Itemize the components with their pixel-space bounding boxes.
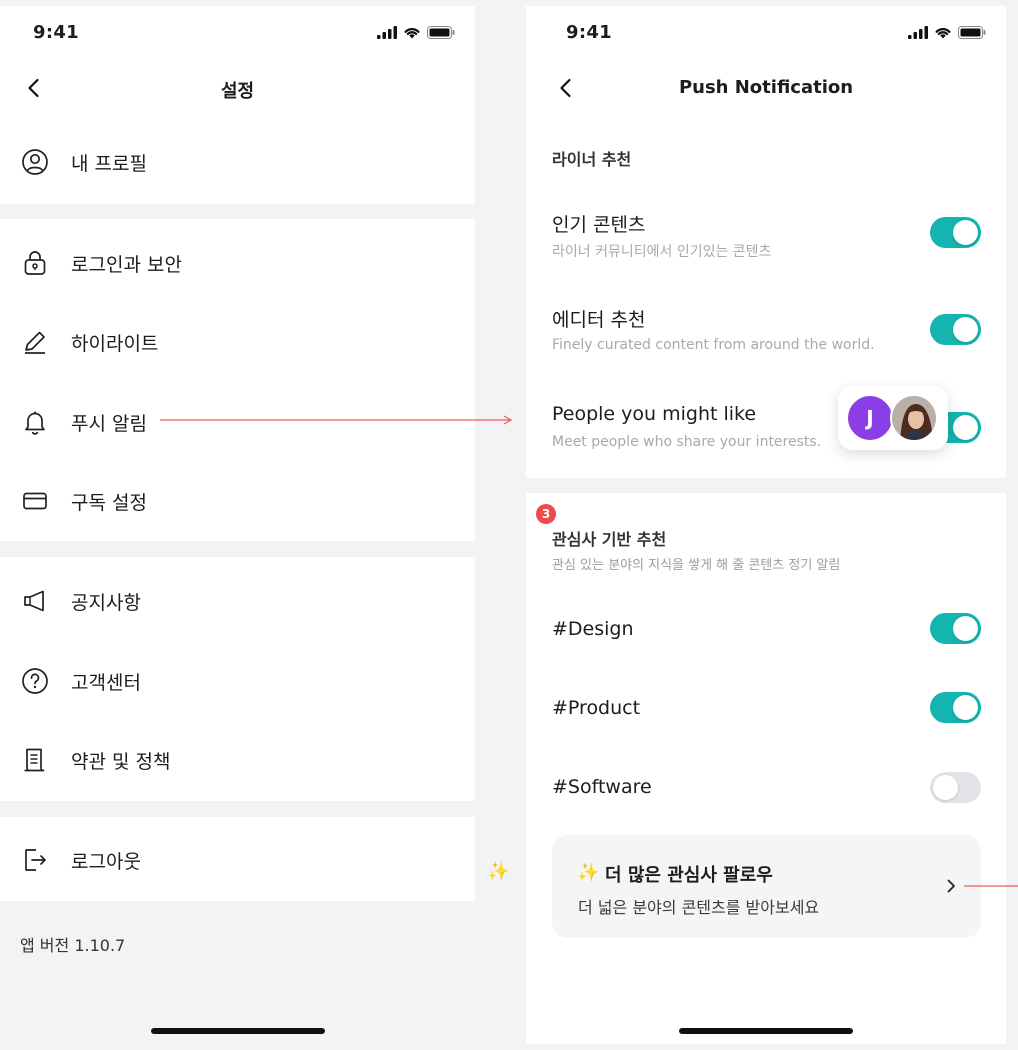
avatar-stack[interactable]: J <box>838 386 948 450</box>
settings-item-security[interactable]: 로그인과 보안 <box>0 237 475 287</box>
battery-icon <box>958 26 986 39</box>
status-bar: 9:41 <box>526 6 1006 58</box>
avatar-initial: J <box>866 406 874 430</box>
section-subtitle: 관심 있는 분야의 지식을 쌓게 해 줄 콘텐츠 정기 알림 <box>552 558 841 573</box>
pref-title: People you might like <box>552 403 757 425</box>
flow-connector-line <box>964 885 1018 887</box>
pref-subtitle: 라이너 커뮤니티에서 인기있는 콘텐츠 <box>552 244 772 260</box>
pref-title: #Product <box>552 697 641 719</box>
toggle-knob <box>933 775 958 800</box>
settings-item-logout[interactable]: 로그아웃 <box>0 834 475 884</box>
settings-group-support: 공지사항 고객센터 약관 및 정책 <box>0 557 475 801</box>
sparkle-icon: ✨ <box>577 862 600 883</box>
pref-title: 인기 콘텐츠 <box>552 214 646 236</box>
home-indicator <box>150 1028 325 1034</box>
toggle-software[interactable] <box>930 772 981 803</box>
toggle-design[interactable] <box>930 613 981 644</box>
pref-subtitle: Finely curated content from around the w… <box>552 337 875 353</box>
person-photo-icon <box>892 396 936 440</box>
battery-icon <box>427 26 455 39</box>
status-icons <box>377 26 455 39</box>
status-bar: 9:41 <box>0 6 475 58</box>
status-icons <box>908 26 986 39</box>
pen-icon <box>25 331 45 354</box>
pref-subtitle: Meet people who share your interests. <box>552 434 822 450</box>
settings-item-label: 내 프로필 <box>71 153 147 175</box>
nav-bar: Push Notification <box>526 58 1006 118</box>
section-divider <box>526 478 1006 493</box>
settings-item-highlight[interactable]: 하이라이트 <box>0 316 475 366</box>
toggle-knob <box>953 695 978 720</box>
settings-item-subscription[interactable]: 구독 설정 <box>0 475 475 525</box>
pref-title: 에디터 추천 <box>552 309 646 331</box>
more-card-subtitle: 더 넓은 분야의 콘텐츠를 받아보세요 <box>578 898 820 917</box>
push-notification-screen: 9:41 Push Notification 라이너 추천 인기 콘텐츠 라이너… <box>526 6 1006 1044</box>
settings-screen: 9:41 설정 내 프로필 로그인과 보안 하이라이트 푸시 알림 구독 설정 … <box>0 6 475 1044</box>
app-version: 앱 버전 1.10.7 <box>20 936 126 955</box>
settings-item-notice[interactable]: 공지사항 <box>0 575 475 625</box>
settings-group-logout: 로그아웃 <box>0 817 475 901</box>
chevron-right-icon <box>947 879 955 893</box>
flow-connector-arrow <box>160 415 513 425</box>
section-title: 관심사 기반 추천 <box>552 530 667 549</box>
settings-item-label: 구독 설정 <box>71 492 147 514</box>
settings-item-profile[interactable]: 내 프로필 <box>0 136 475 186</box>
wifi-icon <box>935 28 951 39</box>
user-circle-icon <box>22 149 48 175</box>
toggle-knob <box>953 220 978 245</box>
toggle-product[interactable] <box>930 692 981 723</box>
status-time: 9:41 <box>33 22 79 43</box>
home-indicator <box>679 1028 853 1034</box>
settings-item-label: 공지사항 <box>71 592 141 614</box>
wifi-icon <box>404 28 420 39</box>
question-circle-icon <box>22 668 48 694</box>
lock-icon <box>24 251 46 275</box>
toggle-editor-pick[interactable] <box>930 314 981 345</box>
credit-card-icon <box>23 492 47 510</box>
toggle-knob <box>953 616 978 641</box>
follow-more-interests-card[interactable]: ✨ 더 많은 관심사 팔로우 더 넓은 분야의 콘텐츠를 받아보세요 <box>552 835 981 938</box>
more-card-title: 더 많은 관심사 팔로우 <box>605 865 773 886</box>
section-title: 라이너 추천 <box>552 150 632 169</box>
toggle-popular-content[interactable] <box>930 217 981 248</box>
avatar-photo <box>890 394 938 442</box>
sparkle-icon: ✨ <box>487 861 510 882</box>
settings-group-profile: 내 프로필 <box>0 118 475 204</box>
pref-title: #Design <box>552 618 634 640</box>
document-icon <box>24 748 45 772</box>
toggle-knob <box>953 317 978 342</box>
megaphone-icon <box>24 590 44 612</box>
settings-item-label: 로그인과 보안 <box>71 254 182 276</box>
settings-group-account: 로그인과 보안 하이라이트 푸시 알림 구독 설정 <box>0 219 475 541</box>
signal-icon <box>377 26 397 39</box>
page-title: Push Notification <box>678 77 854 98</box>
avatar: J <box>846 394 894 442</box>
page-title: 설정 <box>220 81 255 102</box>
signal-icon <box>908 26 928 39</box>
settings-item-terms[interactable]: 약관 및 정책 <box>0 734 475 784</box>
toggle-knob <box>953 415 978 440</box>
settings-item-label: 로그아웃 <box>71 851 141 873</box>
bell-icon <box>25 411 45 435</box>
count-badge: 3 <box>536 504 556 524</box>
settings-item-label: 약관 및 정책 <box>71 751 171 773</box>
nav-bar: 설정 <box>0 58 475 118</box>
settings-item-label: 고객센터 <box>71 672 141 694</box>
settings-item-help[interactable]: 고객센터 <box>0 655 475 705</box>
logout-icon <box>25 849 46 871</box>
settings-item-label: 푸시 알림 <box>71 413 147 435</box>
settings-item-label: 하이라이트 <box>71 333 159 355</box>
status-time: 9:41 <box>566 22 612 43</box>
pref-title: #Software <box>552 776 652 798</box>
